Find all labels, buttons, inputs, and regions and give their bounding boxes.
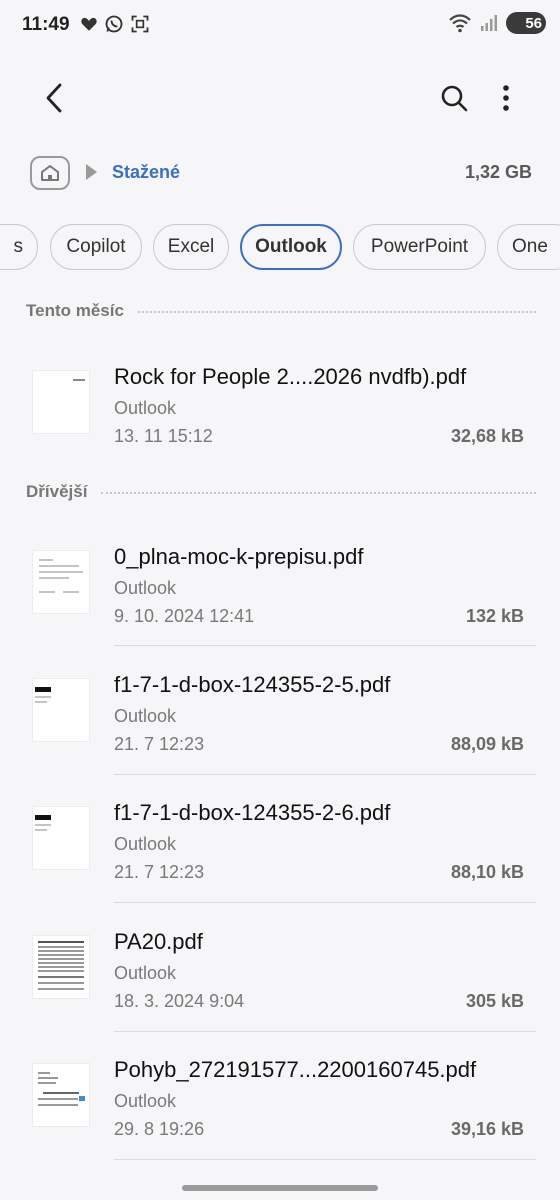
file-item[interactable]: Rock for People 2....2026 nvdfb).pdf Out… (0, 356, 560, 466)
file-name: PA20.pdf (114, 929, 203, 954)
file-source: Outlook (114, 1091, 177, 1111)
list-divider (114, 774, 536, 775)
chip-label: Copilot (66, 236, 126, 257)
file-thumbnail (32, 935, 90, 999)
file-name: Rock for People 2....2026 nvdfb).pdf (114, 364, 467, 389)
more-vert-icon (503, 85, 509, 111)
section-title: Dřívější (26, 482, 88, 501)
file-date: 9. 10. 2024 12:41 (114, 606, 255, 626)
file-item[interactable]: PA20.pdf Outlook 18. 3. 2024 9:04 305 kB (0, 921, 560, 1031)
chip-label: One (512, 236, 548, 257)
breadcrumb-current-folder[interactable]: Stažené (112, 162, 180, 183)
file-date: 21. 7 12:23 (114, 734, 205, 754)
file-thumbnail (32, 370, 90, 434)
section-title: Tento měsíc (26, 301, 124, 320)
list-divider (114, 1031, 536, 1032)
section-divider (101, 492, 536, 494)
chip-label: Outlook (255, 236, 327, 257)
status-time: 11:49 (22, 14, 70, 35)
file-size: 305 kB (465, 991, 524, 1011)
file-item[interactable]: f1-7-1-d-box-124355-2-6.pdf Outlook 21. … (0, 792, 560, 902)
file-item[interactable]: 0_plna-moc-k-prepisu.pdf Outlook 9. 10. … (0, 536, 560, 646)
back-arrow-icon (46, 83, 62, 113)
file-name: f1-7-1-d-box-124355-2-6.pdf (114, 800, 391, 825)
battery-level: 56 (525, 14, 542, 32)
file-name: 0_plna-moc-k-prepisu.pdf (114, 544, 364, 569)
search-icon (441, 85, 468, 112)
notification-icons (80, 14, 150, 34)
file-date: 29. 8 19:26 (114, 1119, 205, 1139)
chip-onedrive[interactable]: One (497, 224, 560, 270)
chip-powerpoint[interactable]: PowerPoint (353, 224, 486, 270)
file-date: 21. 7 12:23 (114, 862, 205, 882)
file-thumbnail (32, 678, 90, 742)
file-item[interactable]: f1-7-1-d-box-124355-2-5.pdf Outlook 21. … (0, 664, 560, 774)
whatsapp-icon (105, 15, 123, 33)
screenshot-icon (131, 15, 149, 33)
home-gesture-bar[interactable] (182, 1185, 378, 1191)
breadcrumb-arrow-icon (86, 164, 97, 180)
chip-excel[interactable]: Excel (153, 224, 229, 270)
app-bar (0, 70, 560, 126)
filter-chips: s Copilot Excel Outlook PowerPoint One (0, 224, 560, 272)
file-source: Outlook (114, 834, 177, 854)
file-date: 13. 11 15:12 (114, 426, 213, 446)
file-name: Pohyb_272191577...2200160745.pdf (114, 1057, 477, 1082)
section-header-this-month: Tento měsíc (26, 298, 536, 324)
list-divider (114, 902, 536, 903)
status-bar: 11:49 56 (0, 0, 560, 50)
chip-outlook[interactable]: Outlook (240, 224, 342, 270)
more-options-button[interactable] (488, 78, 524, 118)
file-source: Outlook (114, 963, 177, 983)
file-thumbnail (32, 550, 90, 614)
chip-label: s (13, 236, 24, 257)
chip-label: Excel (167, 236, 215, 257)
file-thumbnail (32, 806, 90, 870)
battery-indicator: 56 (506, 12, 546, 34)
chip-copilot[interactable]: Copilot (50, 224, 142, 270)
file-source: Outlook (114, 398, 177, 418)
file-size: 132 kB (465, 606, 524, 626)
home-breadcrumb-button[interactable] (30, 156, 70, 190)
list-divider (114, 1159, 536, 1160)
file-date: 18. 3. 2024 9:04 (114, 991, 245, 1011)
breadcrumb: Stažené 1,32 GB (30, 152, 540, 196)
list-divider (114, 645, 536, 646)
storage-size: 1,32 GB (464, 162, 532, 182)
chip-label: PowerPoint (370, 236, 469, 257)
search-button[interactable] (434, 78, 474, 118)
section-header-earlier: Dřívější (26, 479, 536, 505)
file-source: Outlook (114, 578, 177, 598)
wifi-icon (449, 14, 471, 33)
file-name: f1-7-1-d-box-124355-2-5.pdf (114, 672, 391, 697)
file-size: 39,16 kB (450, 1119, 524, 1139)
file-size: 88,09 kB (450, 734, 524, 754)
section-divider (137, 311, 536, 313)
system-icons: 56 (448, 12, 546, 34)
file-item[interactable]: Pohyb_272191577...2200160745.pdf Outlook… (0, 1049, 560, 1159)
home-icon (41, 165, 59, 181)
file-size: 88,10 kB (450, 862, 524, 882)
heart-icon (81, 17, 97, 31)
signal-icon (481, 15, 497, 31)
file-thumbnail (32, 1063, 90, 1127)
file-size: 32,68 kB (450, 426, 524, 446)
file-source: Outlook (114, 706, 177, 726)
chip-partial-left[interactable]: s (0, 224, 38, 270)
back-button[interactable] (34, 78, 74, 118)
